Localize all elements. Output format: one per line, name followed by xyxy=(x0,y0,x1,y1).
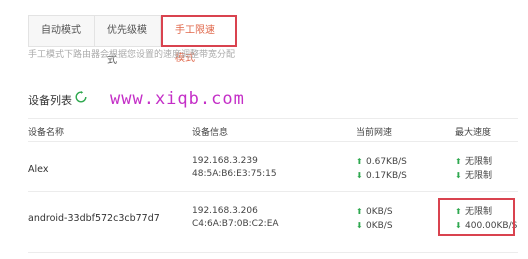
mode-description: 手工模式下路由器会根据您设置的速度调整带宽分配 xyxy=(28,50,236,60)
column-header-info: 设备信息 xyxy=(192,128,229,138)
watermark-text: www.xiqb.com xyxy=(110,89,245,109)
divider xyxy=(28,118,518,119)
divider xyxy=(28,191,518,192)
device-list-title: 设备列表 xyxy=(28,94,72,107)
max-download: 无限制 xyxy=(465,171,493,181)
device-name: Alex xyxy=(28,164,49,175)
column-header-name: 设备名称 xyxy=(28,128,65,138)
tab-auto-mode[interactable]: 自动模式 xyxy=(29,16,95,46)
download-speed: 0.17KB/S xyxy=(366,171,407,181)
arrow-up-icon: ⬆ xyxy=(356,207,363,216)
max-speed-highlight xyxy=(438,198,515,236)
upload-speed: 0KB/S xyxy=(366,207,393,217)
upload-speed: 0.67KB/S xyxy=(366,157,407,167)
arrow-down-icon: ⬇ xyxy=(356,221,363,230)
column-header-current-speed: 当前网速 xyxy=(356,128,393,138)
device-info: 192.168.3.239 48:5A:B6:E3:75:15 xyxy=(192,155,277,181)
arrow-up-icon: ⬆ xyxy=(356,157,363,166)
device-name: android-33dbf572c3cb77d7 xyxy=(28,213,160,224)
arrow-up-icon: ⬆ xyxy=(455,157,462,166)
divider xyxy=(28,252,518,253)
current-speed: ⬆ 0KB/S ⬇ 0KB/S xyxy=(356,205,393,233)
column-header-max-speed: 最大速度 xyxy=(455,128,492,138)
device-mac: 48:5A:B6:E3:75:15 xyxy=(192,169,277,179)
current-speed: ⬆ 0.67KB/S ⬇ 0.17KB/S xyxy=(356,155,407,183)
download-speed: 0KB/S xyxy=(366,221,393,231)
max-upload: 无限制 xyxy=(465,157,493,167)
arrow-down-icon: ⬇ xyxy=(455,171,462,180)
device-ip: 192.168.3.239 xyxy=(192,156,258,166)
refresh-icon[interactable] xyxy=(75,91,87,103)
divider xyxy=(28,141,518,142)
device-ip: 192.168.3.206 xyxy=(192,206,258,216)
device-info: 192.168.3.206 C4:6A:B7:0B:C2:EA xyxy=(192,205,279,231)
tab-manual-limit-mode[interactable]: 手工限速模式 xyxy=(161,15,237,64)
device-mac: C4:6A:B7:0B:C2:EA xyxy=(192,219,279,229)
max-speed[interactable]: ⬆ 无限制 ⬇ 无限制 xyxy=(455,155,492,183)
mode-tabs: 自动模式 优先级模式 手工限速模式 xyxy=(28,15,237,66)
tab-priority-mode[interactable]: 优先级模式 xyxy=(95,16,161,66)
arrow-down-icon: ⬇ xyxy=(356,171,363,180)
